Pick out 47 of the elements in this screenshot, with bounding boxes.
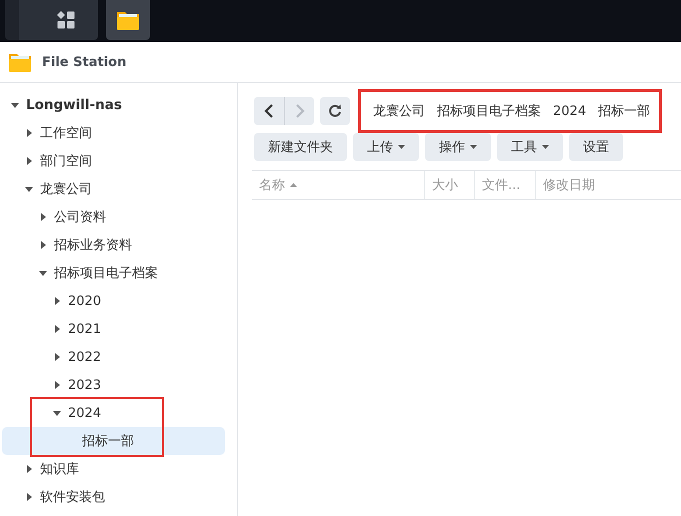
- toolbar-button[interactable]: 工具: [497, 133, 563, 161]
- collapsed-arrow-icon[interactable]: [52, 324, 62, 334]
- tree-item[interactable]: 招标项目电子档案: [2, 259, 225, 287]
- collapsed-arrow-icon[interactable]: [24, 128, 34, 138]
- tree-item[interactable]: 2023: [2, 371, 225, 399]
- tree-item[interactable]: Longwill-nas: [2, 91, 225, 119]
- toolbar-button[interactable]: 新建文件夹: [254, 133, 347, 161]
- collapsed-arrow-icon[interactable]: [24, 492, 34, 502]
- main-menu-button[interactable]: [5, 0, 98, 40]
- collapsed-arrow-icon[interactable]: [38, 240, 48, 250]
- window-title: File Station: [42, 54, 126, 70]
- tree-item[interactable]: 公司资料: [2, 203, 225, 231]
- path-bar[interactable]: 龙寰公司 招标项目电子档案 2024 招标一部: [365, 96, 655, 126]
- refresh-icon: [328, 104, 342, 118]
- collapsed-arrow-icon[interactable]: [52, 352, 62, 362]
- path-segment[interactable]: 招标一部: [598, 102, 650, 120]
- folder-icon: [116, 9, 140, 31]
- collapsed-arrow-icon[interactable]: [52, 296, 62, 306]
- tree-item[interactable]: 2024: [2, 399, 225, 427]
- grid-icon: [57, 11, 75, 29]
- tree-item[interactable]: 工作空间: [2, 119, 225, 147]
- file-station-button[interactable]: [106, 0, 150, 40]
- tree-item[interactable]: 2021: [2, 315, 225, 343]
- expanded-arrow-icon[interactable]: [52, 408, 62, 418]
- path-segment[interactable]: 招标项目电子档案: [437, 102, 541, 120]
- collapsed-arrow-icon[interactable]: [24, 464, 34, 474]
- expanded-arrow-icon[interactable]: [38, 268, 48, 278]
- tree-item[interactable]: 2020: [2, 287, 225, 315]
- refresh-button[interactable]: [320, 97, 350, 125]
- expanded-arrow-icon[interactable]: [24, 184, 34, 194]
- collapsed-arrow-icon[interactable]: [52, 380, 62, 390]
- expanded-arrow-icon[interactable]: [10, 100, 20, 110]
- tree-item[interactable]: 招标业务资料: [2, 231, 225, 259]
- path-segment[interactable]: 龙寰公司: [373, 102, 425, 120]
- tree-item[interactable]: 招标一部: [2, 427, 225, 455]
- tree-item[interactable]: 2022: [2, 343, 225, 371]
- tree-item[interactable]: 部门空间: [2, 147, 225, 175]
- toolbar-button[interactable]: 设置: [569, 133, 623, 161]
- toolbar-button[interactable]: 上传: [353, 133, 419, 161]
- path-segment[interactable]: 2024: [553, 104, 586, 118]
- tree-item[interactable]: 知识库: [2, 455, 225, 483]
- tree-item[interactable]: 软件安装包: [2, 483, 225, 511]
- toolbar-button[interactable]: 操作: [425, 133, 491, 161]
- collapsed-arrow-icon[interactable]: [24, 156, 34, 166]
- collapsed-arrow-icon[interactable]: [38, 212, 48, 222]
- tree-item[interactable]: 龙寰公司: [2, 175, 225, 203]
- sort-ascending-icon: [290, 183, 297, 187]
